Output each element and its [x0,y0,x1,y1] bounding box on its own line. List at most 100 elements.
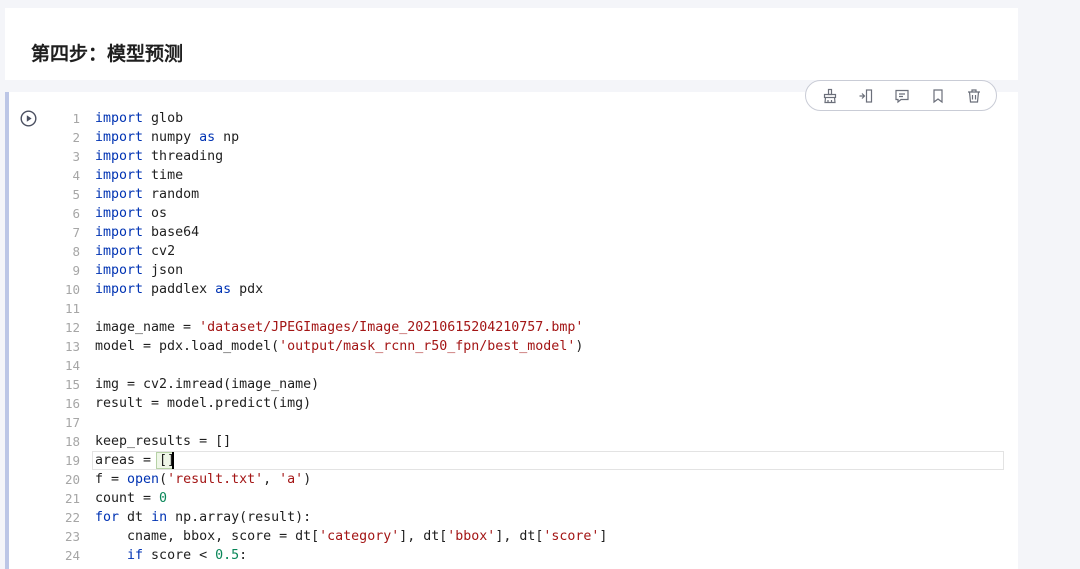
code-line[interactable] [95,299,607,318]
clear-output-button[interactable] [821,87,839,105]
code-token: ], dt[ [399,529,448,544]
code-token: np.array(result): [167,510,312,525]
code-token: dt [119,510,152,525]
code-token: os [143,206,168,221]
code-line[interactable]: import glob [95,109,607,128]
code-token: import [95,130,144,145]
line-number: 12 [64,320,80,335]
line-number: 4 [72,168,80,183]
markdown-cell[interactable]: 第四步：模型预测 [5,8,1018,80]
code-token: 'bbox' [447,529,496,544]
code-token: as [199,130,216,145]
code-token: 'a' [279,472,304,487]
code-token: threading [143,149,224,164]
line-number: 16 [64,396,80,411]
code-line[interactable]: model = pdx.load_model('output/mask_rcnn… [95,337,607,356]
line-number: 18 [64,434,80,449]
code-line[interactable]: if score < 0.5: [95,546,607,565]
line-number: 17 [64,415,80,430]
line-number-gutter: 1 2 3 4 5 6 7 8 9 10 11 12 13 14 15 16 17 18 19 20 21 22 23 24 [50,109,80,565]
code-line[interactable]: count = 0 [95,489,607,508]
code-line[interactable]: import threading [95,147,607,166]
line-number: 2 [72,130,80,145]
line-number: 24 [64,548,80,563]
code-token: 0 [159,491,168,506]
code-token: cname, bbox, score = dt[ [95,529,320,544]
line-number: 1 [72,111,80,126]
code-token: pdx [231,282,264,297]
code-line[interactable] [95,413,607,432]
code-token: ] [599,529,608,544]
code-token: base64 [143,225,200,240]
code-line[interactable]: image_name = 'dataset/JPEGImages/Image_2… [95,318,607,337]
code-token: image_name = [95,320,200,335]
code-line[interactable]: img = cv2.imread(image_name) [95,375,607,394]
code-token: model = pdx.load_model( [95,339,280,354]
code-token: cv2 [143,244,176,259]
delete-button[interactable] [965,87,983,105]
code-token: time [143,168,184,183]
code-token: open [127,472,160,487]
code-line[interactable]: import os [95,204,607,223]
code-line[interactable] [95,356,607,375]
code-token: 'result.txt' [167,472,264,487]
right-margin [1018,0,1080,569]
code-token: areas = [] [95,453,176,468]
code-line[interactable]: cname, bbox, score = dt['category'], dt[… [95,527,607,546]
code-token: paddlex [143,282,216,297]
line-number: 3 [72,149,80,164]
code-token: 'dataset/JPEGImages/Image_20210615204210… [199,320,584,335]
code-token: import [95,206,144,221]
code-line[interactable]: import numpy as np [95,128,607,147]
code-token: score < [143,548,216,563]
line-number: 15 [64,377,80,392]
code-token: count = [95,491,160,506]
code-token: import [95,282,144,297]
line-number: 14 [64,358,80,373]
cell-toolbar [805,80,997,111]
text-cursor [172,452,174,469]
bookmark-button[interactable] [929,87,947,105]
code-line[interactable]: import paddlex as pdx [95,280,607,299]
line-number: 5 [72,187,80,202]
insert-cell-button[interactable] [857,87,875,105]
comment-button[interactable] [893,87,911,105]
code-token: in [151,510,168,525]
code-line[interactable]: import time [95,166,607,185]
line-number: 20 [64,472,80,487]
line-number: 23 [64,529,80,544]
code-token: if [127,548,144,563]
code-line[interactable]: import base64 [95,223,607,242]
line-number: 10 [64,282,80,297]
code-token: 'output/mask_rcnn_r50_fpn/best_model' [279,339,576,354]
code-token: img = cv2.imread(image_name) [95,377,320,392]
code-token: for [95,510,120,525]
code-token: random [143,187,200,202]
play-circle-icon [20,110,37,127]
run-cell-button[interactable] [20,110,37,127]
code-token: ) [303,472,312,487]
comment-icon [895,89,909,104]
code-line[interactable]: f = open('result.txt', 'a') [95,470,607,489]
code-line[interactable]: import cv2 [95,242,607,261]
code-line[interactable]: result = model.predict(img) [95,394,607,413]
line-number: 7 [72,225,80,240]
code-line[interactable]: keep_results = [] [95,432,607,451]
code-token: 'category' [319,529,400,544]
code-token: : [239,548,248,563]
code-token: , [263,472,280,487]
code-token: keep_results = [] [95,434,232,449]
line-number: 11 [64,301,80,316]
cell-selection-bar [5,92,9,569]
code-token: import [95,111,144,126]
code-line[interactable]: import json [95,261,607,280]
bookmark-icon [933,89,943,104]
line-number: 22 [64,510,80,525]
code-editor[interactable]: import glob import numpy as np import thre… [95,109,607,565]
code-token: np [215,130,240,145]
code-token: ( [159,472,168,487]
code-token: result = model.predict(img) [95,396,312,411]
code-line[interactable]: import random [95,185,607,204]
code-token: import [95,149,144,164]
code-line[interactable]: for dt in np.array(result): [95,508,607,527]
